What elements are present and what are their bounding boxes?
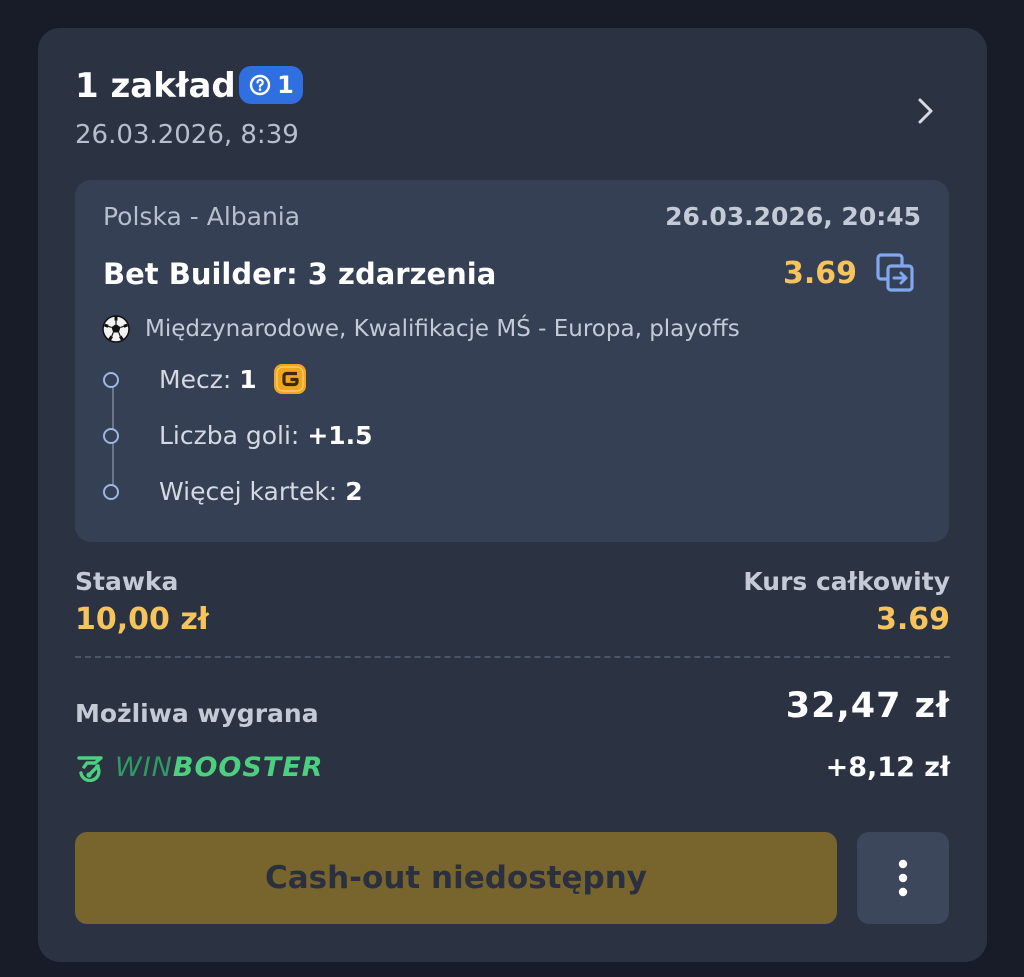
selection-dot (103, 428, 119, 444)
possible-win-value: 32,47 zł (785, 686, 950, 726)
winbooster-logo: WINBOOSTER (75, 750, 323, 786)
g-boost-icon (273, 364, 306, 394)
clock-question-icon (249, 74, 271, 96)
bet-builder-title: Bet Builder: 3 zdarzenia (103, 257, 497, 291)
total-odds-label: Kurs całkowity (743, 567, 950, 596)
bet-card: 1 zakład 1 26.03.2026, 8:39 Polska - Alb… (38, 28, 987, 962)
selection-value: 1 (239, 365, 257, 394)
placed-date: 26.03.2026, 8:39 (75, 120, 299, 150)
league-name: Międzynarodowe, Kwalifikacje MŚ - Europa… (145, 316, 740, 342)
bet-header[interactable]: 1 zakład 1 26.03.2026, 8:39 (75, 66, 950, 156)
total-odds-value: 3.69 (875, 602, 950, 637)
event-name: Polska - Albania (103, 202, 301, 231)
selections-list: Mecz: 1 Liczba goli: +1.5 Więcej kartek:… (101, 360, 701, 520)
winbooster-logo-icon (77, 756, 103, 782)
event-details: Polska - Albania 26.03.2026, 20:45 Bet B… (75, 180, 949, 542)
selection-value: 2 (345, 477, 363, 506)
booster-value: +8,12 zł (825, 752, 950, 783)
stake-value: 10,00 zł (75, 602, 209, 637)
selection-label: Liczba goli: (159, 421, 300, 450)
soccer-ball-icon (102, 315, 130, 343)
selection-label: Mecz: (159, 365, 232, 394)
stake-label: Stawka (75, 567, 179, 596)
event-odds: 3.69 (782, 256, 857, 291)
possible-win-label: Możliwa wygrana (75, 699, 319, 728)
copy-bet-icon[interactable] (875, 252, 915, 294)
summary-divider (75, 656, 950, 658)
pending-badge: 1 (239, 66, 303, 104)
selection-value: +1.5 (307, 421, 373, 450)
more-vertical-icon (898, 859, 908, 897)
winbooster-booster: BOOSTER (172, 752, 324, 783)
winbooster-win: WIN (115, 752, 173, 783)
chevron-right-icon[interactable] (910, 94, 940, 128)
pending-count: 1 (277, 71, 294, 99)
cashout-button[interactable]: Cash-out niedostępny (75, 832, 837, 924)
event-date: 26.03.2026, 20:45 (665, 202, 921, 231)
bet-title: 1 zakład (75, 66, 236, 106)
league-row: Międzynarodowe, Kwalifikacje MŚ - Europa… (101, 312, 740, 346)
selection-dot (103, 484, 119, 500)
more-options-button[interactable] (857, 832, 949, 924)
selection-dot (103, 372, 119, 388)
selection-label: Więcej kartek: (159, 477, 338, 506)
